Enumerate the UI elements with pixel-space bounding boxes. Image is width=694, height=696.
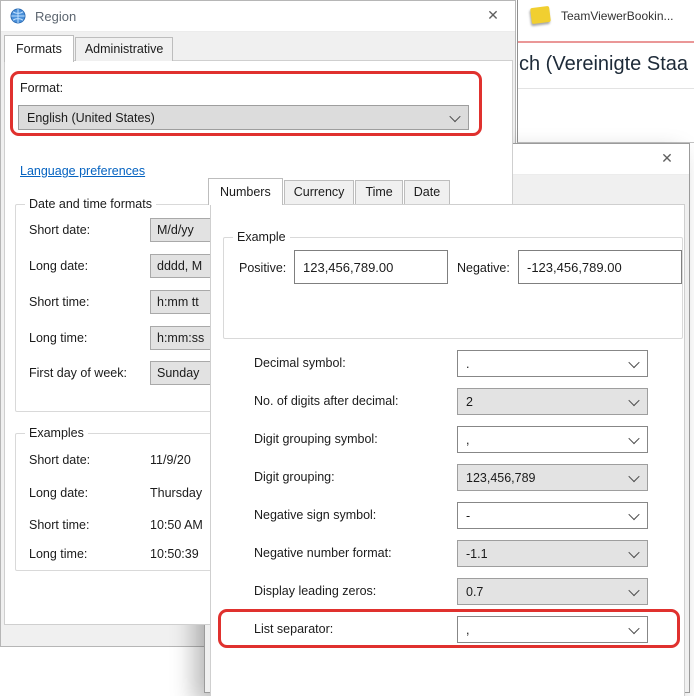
datetime-group-title: Date and time formats xyxy=(25,197,156,211)
chevron-down-icon xyxy=(628,546,639,557)
negative-number-format-dropdown[interactable]: -1.1 xyxy=(457,540,648,567)
negative-example-value: -123,456,789.00 xyxy=(527,260,622,275)
digit-grouping-symbol-value: , xyxy=(466,433,469,447)
tab-formats[interactable]: Formats xyxy=(4,35,74,62)
short-date-value: M/d/yy xyxy=(157,223,194,237)
positive-example-box: 123,456,789.00 xyxy=(294,250,448,284)
digit-grouping-dropdown[interactable]: 123,456,789 xyxy=(457,464,648,491)
tab-administrative[interactable]: Administrative xyxy=(75,37,174,61)
digits-after-decimal-value: 2 xyxy=(466,395,473,409)
list-separator-value: , xyxy=(466,623,469,637)
format-dropdown[interactable]: English (United States) xyxy=(18,105,469,130)
ex-long-date-value: Thursday xyxy=(150,486,202,500)
folder-icon xyxy=(530,6,551,24)
ex-short-date-label: Short date: xyxy=(29,453,90,467)
ex-long-time-label: Long time: xyxy=(29,547,87,561)
tab-date[interactable]: Date xyxy=(404,180,450,204)
negative-label: Negative: xyxy=(457,261,510,275)
partial-locale-text: ch (Vereinigte Staa xyxy=(519,53,688,76)
list-separator-label: List separator: xyxy=(254,622,333,636)
digit-grouping-label: Digit grouping: xyxy=(254,470,335,484)
customize-format-dialog: Customize Format ✕ Numbers Currency Time… xyxy=(204,143,690,693)
digit-grouping-value: 123,456,789 xyxy=(466,471,536,485)
positive-example-value: 123,456,789.00 xyxy=(303,260,393,275)
format-label: Format: xyxy=(20,81,63,95)
background-window: TeamViewerBookin... ch (Vereinigte Staa xyxy=(517,0,694,143)
short-time-label: Short time: xyxy=(29,295,89,309)
negative-sign-symbol-value: - xyxy=(466,509,470,523)
region-close-icon[interactable]: ✕ xyxy=(477,1,509,30)
list-separator-dropdown[interactable]: , xyxy=(457,616,648,643)
accent-line xyxy=(518,41,694,43)
chevron-down-icon xyxy=(628,622,639,633)
digit-grouping-symbol-label: Digit grouping symbol: xyxy=(254,432,378,446)
chevron-down-icon xyxy=(628,470,639,481)
globe-icon xyxy=(10,8,26,24)
customize-close-icon[interactable]: ✕ xyxy=(651,144,683,173)
examples-group-title: Examples xyxy=(25,426,88,440)
language-preferences-link[interactable]: Language preferences xyxy=(20,164,145,178)
display-leading-zeros-label: Display leading zeros: xyxy=(254,584,376,598)
chevron-down-icon xyxy=(628,394,639,405)
tab-currency[interactable]: Currency xyxy=(284,180,355,204)
long-date-value: dddd, M xyxy=(157,259,202,273)
long-date-label: Long date: xyxy=(29,259,88,273)
chevron-down-icon xyxy=(449,110,460,121)
chevron-down-icon xyxy=(628,584,639,595)
digit-grouping-symbol-dropdown[interactable]: , xyxy=(457,426,648,453)
region-titlebar: Region ✕ xyxy=(1,1,515,32)
short-date-label: Short date: xyxy=(29,223,90,237)
positive-label: Positive: xyxy=(239,261,286,275)
negative-example-box: -123,456,789.00 xyxy=(518,250,682,284)
ex-long-date-label: Long date: xyxy=(29,486,88,500)
region-tabstrip: Formats Administrative xyxy=(1,32,515,61)
chevron-down-icon xyxy=(628,508,639,519)
digits-after-decimal-dropdown[interactable]: 2 xyxy=(457,388,648,415)
first-day-label: First day of week: xyxy=(29,366,127,380)
negative-sign-symbol-label: Negative sign symbol: xyxy=(254,508,376,522)
ex-short-date-value: 11/9/20 xyxy=(150,453,191,467)
negative-sign-symbol-dropdown[interactable]: - xyxy=(457,502,648,529)
format-value: English (United States) xyxy=(27,111,155,125)
digits-after-decimal-label: No. of digits after decimal: xyxy=(254,394,399,408)
tab-time[interactable]: Time xyxy=(355,180,402,204)
chevron-down-icon xyxy=(628,356,639,367)
first-day-value: Sunday xyxy=(157,366,199,380)
long-time-label: Long time: xyxy=(29,331,87,345)
ex-short-time-value: 10:50 AM xyxy=(150,518,203,532)
example-group-title: Example xyxy=(233,230,290,244)
decimal-symbol-label: Decimal symbol: xyxy=(254,356,346,370)
long-time-value: h:mm:ss xyxy=(157,331,204,345)
display-leading-zeros-dropdown[interactable]: 0.7 xyxy=(457,578,648,605)
ex-short-time-label: Short time: xyxy=(29,518,89,532)
customize-numbers-page: Example Positive: 123,456,789.00 Negativ… xyxy=(210,204,685,696)
chevron-down-icon xyxy=(628,432,639,443)
decimal-symbol-value: . xyxy=(466,357,469,371)
negative-number-format-value: -1.1 xyxy=(466,547,488,561)
display-leading-zeros-value: 0.7 xyxy=(466,585,483,599)
divider xyxy=(518,88,694,89)
negative-number-format-label: Negative number format: xyxy=(254,546,392,560)
tab-numbers[interactable]: Numbers xyxy=(208,178,283,205)
customize-tabstrip: Numbers Currency Time Date xyxy=(205,175,689,204)
short-time-value: h:mm tt xyxy=(157,295,199,309)
decimal-symbol-dropdown[interactable]: . xyxy=(457,350,648,377)
ex-long-time-value: 10:50:39 xyxy=(150,547,199,561)
region-title: Region xyxy=(35,9,76,24)
shortcut-label[interactable]: TeamViewerBookin... xyxy=(561,9,674,23)
